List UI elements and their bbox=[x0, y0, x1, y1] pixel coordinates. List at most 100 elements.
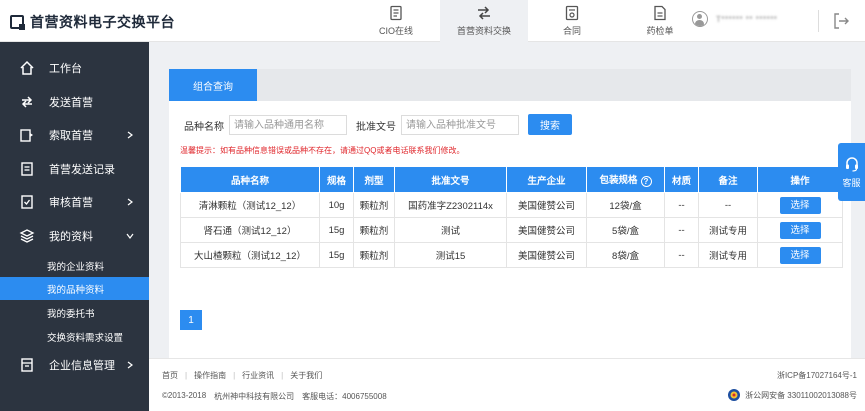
cell-spec: 15g bbox=[319, 242, 354, 268]
footer-link-home[interactable]: 首页 bbox=[162, 370, 178, 381]
cell-approval: 国药准字Z2302114x bbox=[394, 192, 507, 218]
cell-note: 测试专用 bbox=[698, 242, 758, 268]
sidebar-subitem-variety-materials[interactable]: 我的品种资料 bbox=[0, 277, 149, 300]
cell-action: 选择 bbox=[757, 217, 843, 243]
sidebar-item-send[interactable]: 发送首营 bbox=[0, 87, 149, 117]
top-header: 首营资料电子交换平台 CIO在线 首营资料交换 合同 药检单 T****** *… bbox=[0, 0, 865, 42]
review-icon bbox=[21, 195, 33, 209]
footer-link-news[interactable]: 行业资讯 bbox=[242, 370, 274, 381]
customer-service-button[interactable]: 客服 bbox=[838, 143, 865, 201]
send-icon bbox=[21, 96, 33, 108]
cell-spec: 10g bbox=[319, 192, 354, 218]
cell-action: 选择 bbox=[757, 242, 843, 268]
variety-name-input[interactable] bbox=[229, 115, 347, 135]
cell-maker: 美国健赞公司 bbox=[506, 217, 587, 243]
nav-label: CIO在线 bbox=[378, 26, 413, 36]
footer-link-guide[interactable]: 操作指南 bbox=[194, 370, 226, 381]
police-record[interactable]: 浙公网安备 33011002013088号 bbox=[727, 388, 857, 402]
footer-link-about[interactable]: 关于我们 bbox=[290, 370, 322, 381]
logout-icon[interactable] bbox=[832, 12, 850, 30]
cell-note: 测试专用 bbox=[698, 217, 758, 243]
request-icon bbox=[20, 129, 33, 142]
sidebar-item-company-info[interactable]: 企业信息管理 bbox=[0, 350, 149, 380]
chevron-right-icon bbox=[127, 131, 133, 139]
select-button[interactable]: 选择 bbox=[779, 246, 821, 264]
cell-name: 大山楂颗粒（测试12_12） bbox=[180, 242, 320, 268]
approval-number-input[interactable] bbox=[401, 115, 519, 135]
divider bbox=[818, 10, 819, 32]
company-icon bbox=[21, 358, 33, 372]
nav-exchange[interactable]: 首营资料交换 bbox=[440, 0, 528, 42]
help-icon[interactable]: ? bbox=[640, 176, 652, 187]
sidebar-item-workbench[interactable]: 工作台 bbox=[0, 53, 149, 83]
cell-approval: 测试15 bbox=[394, 242, 507, 268]
search-button[interactable]: 搜索 bbox=[528, 114, 572, 135]
sidebar-item-request[interactable]: 索取首营 bbox=[0, 120, 149, 150]
cell-package: 8袋/盒 bbox=[586, 242, 665, 268]
approval-number-label: 批准文号 bbox=[356, 121, 396, 133]
cell-name: 清淋颗粒（测试12_12） bbox=[180, 192, 320, 218]
footer-separator: | bbox=[185, 371, 188, 380]
column-header: 规格 bbox=[319, 166, 354, 193]
brand-logo[interactable]: 首营资料电子交换平台 bbox=[10, 12, 175, 32]
footer: 首页 | 操作指南 | 行业资讯 | 关于我们 ©2013-2018 杭州神中科… bbox=[149, 358, 865, 411]
cell-maker: 美国健赞公司 bbox=[506, 192, 587, 218]
cell-form: 颗粒剂 bbox=[353, 217, 395, 243]
icp-record[interactable]: 浙ICP备17027164号-1 bbox=[777, 370, 857, 381]
report-icon bbox=[654, 5, 666, 21]
nav-inspection-report[interactable]: 药检单 bbox=[616, 0, 704, 42]
chevron-right-icon bbox=[127, 361, 133, 369]
exchange-icon bbox=[478, 6, 490, 20]
column-header: 备注 bbox=[698, 166, 758, 193]
sidebar-item-send-records[interactable]: 首营发送记录 bbox=[0, 154, 149, 184]
sidebar-item-label: 审核首营 bbox=[49, 197, 93, 209]
select-button[interactable]: 选择 bbox=[779, 196, 821, 214]
user-menu[interactable]: T****** ** ****** bbox=[692, 11, 777, 27]
page-button-current[interactable]: 1 bbox=[180, 310, 202, 330]
cell-spec: 15g bbox=[319, 217, 354, 243]
variety-name-label: 品种名称 bbox=[184, 121, 224, 133]
chevron-down-icon bbox=[126, 233, 134, 239]
search-form: 品种名称 批准文号 bbox=[184, 115, 519, 135]
sidebar: 工作台 发送首营 索取首营 首营发送记录 审核首营 我的资料 我的企业资料 我的… bbox=[0, 42, 149, 411]
table-row: 大山楂颗粒（测试12_12） 15g 颗粒剂 测试15 美国健赞公司 8袋/盒 … bbox=[180, 242, 843, 268]
police-record-text: 浙公网安备 33011002013088号 bbox=[745, 390, 857, 400]
query-panel: 组合查询 品种名称 批准文号 搜索 温馨提示：如有品种信息错误或品种不存在，请通… bbox=[169, 69, 851, 358]
home-icon bbox=[20, 60, 34, 75]
cell-form: 颗粒剂 bbox=[353, 242, 395, 268]
footer-copyright: ©2013-2018 杭州神中科技有限公司 客服电话：4006755008 bbox=[162, 391, 395, 402]
select-button[interactable]: 选择 bbox=[779, 221, 821, 239]
nav-label: 合同 bbox=[562, 26, 581, 36]
tab-combined-query[interactable]: 组合查询 bbox=[169, 69, 257, 101]
column-header: 品种名称 bbox=[180, 166, 320, 193]
sidebar-item-label: 首营发送记录 bbox=[49, 164, 115, 176]
sidebar-item-label: 企业信息管理 bbox=[49, 360, 115, 372]
cell-name: 肾石通（测试12_12） bbox=[180, 217, 320, 243]
table-row: 清淋颗粒（测试12_12） 10g 颗粒剂 国药准字Z2302114x 美国健赞… bbox=[180, 192, 843, 218]
company-name: 杭州神中科技有限公司 bbox=[214, 392, 295, 401]
nav-cio-online[interactable]: CIO在线 bbox=[352, 0, 440, 42]
table-header-row: 品种名称 规格 剂型 批准文号 生产企业 包装规格? 材质 备注 操作 bbox=[180, 166, 843, 193]
sidebar-item-review[interactable]: 审核首营 bbox=[0, 187, 149, 217]
nav-contract[interactable]: 合同 bbox=[528, 0, 616, 42]
record-icon bbox=[21, 162, 33, 176]
sidebar-subitem-exchange-settings[interactable]: 交换资料需求设置 bbox=[0, 325, 149, 348]
column-header: 批准文号 bbox=[394, 166, 507, 193]
avatar-icon bbox=[692, 11, 708, 27]
copyright-text: ©2013-2018 bbox=[162, 391, 207, 400]
footer-separator: | bbox=[281, 371, 284, 380]
sidebar-subitem-label: 我的委托书 bbox=[47, 308, 95, 320]
cell-package: 12袋/盒 bbox=[586, 192, 665, 218]
sidebar-subitem-company-materials[interactable]: 我的企业资料 bbox=[0, 254, 149, 277]
nav-label: 首营资料交换 bbox=[456, 26, 511, 36]
user-name: T****** ** ****** bbox=[716, 14, 778, 24]
tab-bar: 组合查询 bbox=[169, 69, 851, 101]
sidebar-subitem-authorization[interactable]: 我的委托书 bbox=[0, 301, 149, 324]
cell-material: -- bbox=[664, 217, 699, 243]
sidebar-item-label: 发送首营 bbox=[49, 97, 93, 109]
brand-title: 首营资料电子交换平台 bbox=[30, 14, 175, 30]
sidebar-item-my-materials[interactable]: 我的资料 bbox=[0, 221, 149, 251]
footer-separator: | bbox=[233, 371, 236, 380]
chevron-right-icon bbox=[127, 198, 133, 206]
document-icon bbox=[390, 5, 402, 21]
